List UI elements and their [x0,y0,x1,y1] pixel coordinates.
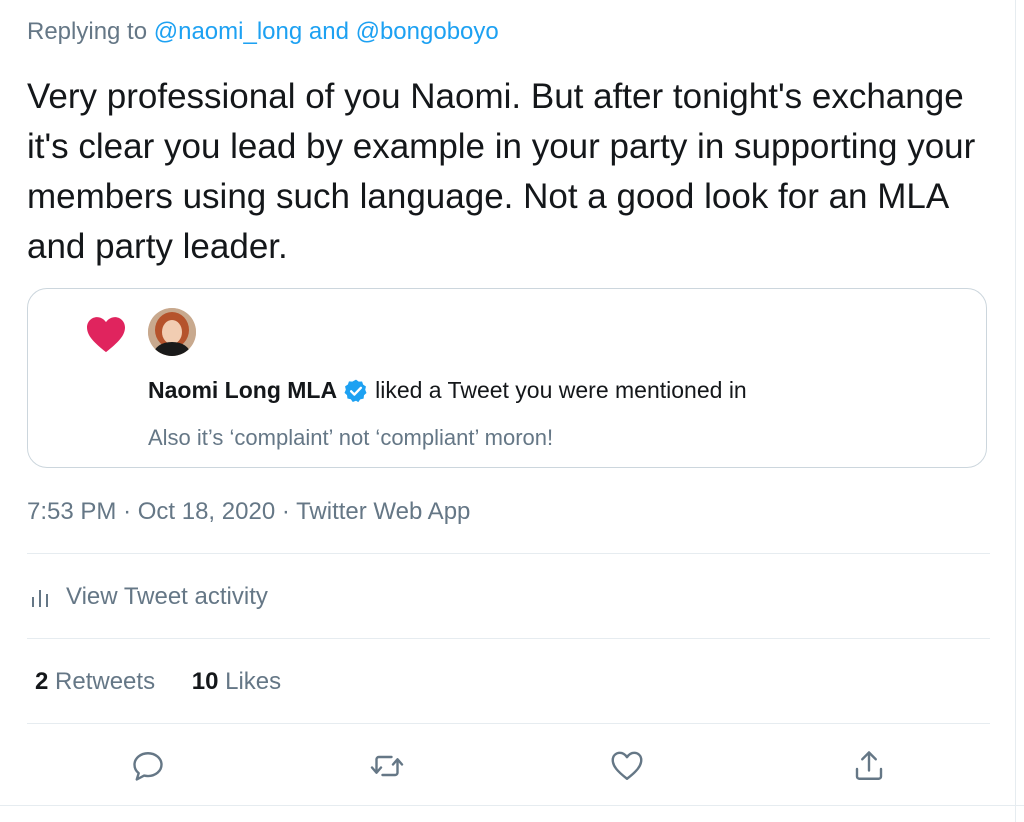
replying-to-line: Replying to @naomi_long and @bongoboyo [27,18,499,46]
divider [27,638,990,639]
heart-icon [87,317,125,353]
user-name[interactable]: Naomi Long MLA [148,377,337,404]
tweet-time[interactable]: 7:53 PM [27,498,116,525]
notification-line: Naomi Long MLA liked a Tweet you were me… [148,377,747,404]
retweets-count: 2 [35,668,49,695]
like-button[interactable] [609,748,645,784]
mention-conjunction[interactable]: and [309,18,349,45]
tweet-source[interactable]: Twitter Web App [296,498,470,525]
likes-stat[interactable]: 10 Likes [192,668,281,696]
tweet-text: Very professional of you Naomi. But afte… [27,77,976,266]
tweet-stats: 2 Retweets 10 Likes [35,668,311,696]
view-tweet-activity-label: View Tweet activity [66,583,268,610]
like-icon [611,751,643,780]
avatar[interactable] [148,308,196,356]
tweet-metadata: 7:53 PM · Oct 18, 2020 · Twitter Web App [27,498,470,526]
retweets-label: Retweets [55,668,156,695]
notification-action-text: liked a Tweet you were mentioned in [375,377,747,403]
separator-dot: · [281,498,290,525]
verified-badge-icon [344,379,367,402]
view-tweet-activity-link[interactable]: View Tweet activity [30,583,268,611]
retweets-stat[interactable]: 2 Retweets [35,668,155,696]
tweet-date[interactable]: Oct 18, 2020 [138,498,275,525]
avatar-image [148,308,196,356]
reply-icon [133,752,163,781]
right-border [1015,0,1016,822]
analytics-bars-icon [32,590,48,607]
share-icon [855,751,883,780]
mention-link-naomi-long[interactable]: @naomi_long [154,18,302,45]
reply-button[interactable] [130,748,166,784]
divider [27,723,990,724]
divider [27,553,990,554]
likes-label: Likes [225,668,282,695]
share-button[interactable] [851,748,887,784]
retweet-button[interactable] [369,748,405,784]
mention-link-bongoboyo[interactable]: @bongoboyo [356,18,499,45]
embedded-notification-card[interactable]: Naomi Long MLA liked a Tweet you were me… [27,288,987,468]
replying-to-label: Replying to [27,18,148,45]
quoted-tweet-text: Also it’s ‘complaint’ not ‘compliant’ mo… [148,425,554,450]
retweet-icon [370,755,404,777]
separator-dot: · [123,498,132,525]
likes-count: 10 [191,668,219,695]
bottom-border [0,805,1024,806]
